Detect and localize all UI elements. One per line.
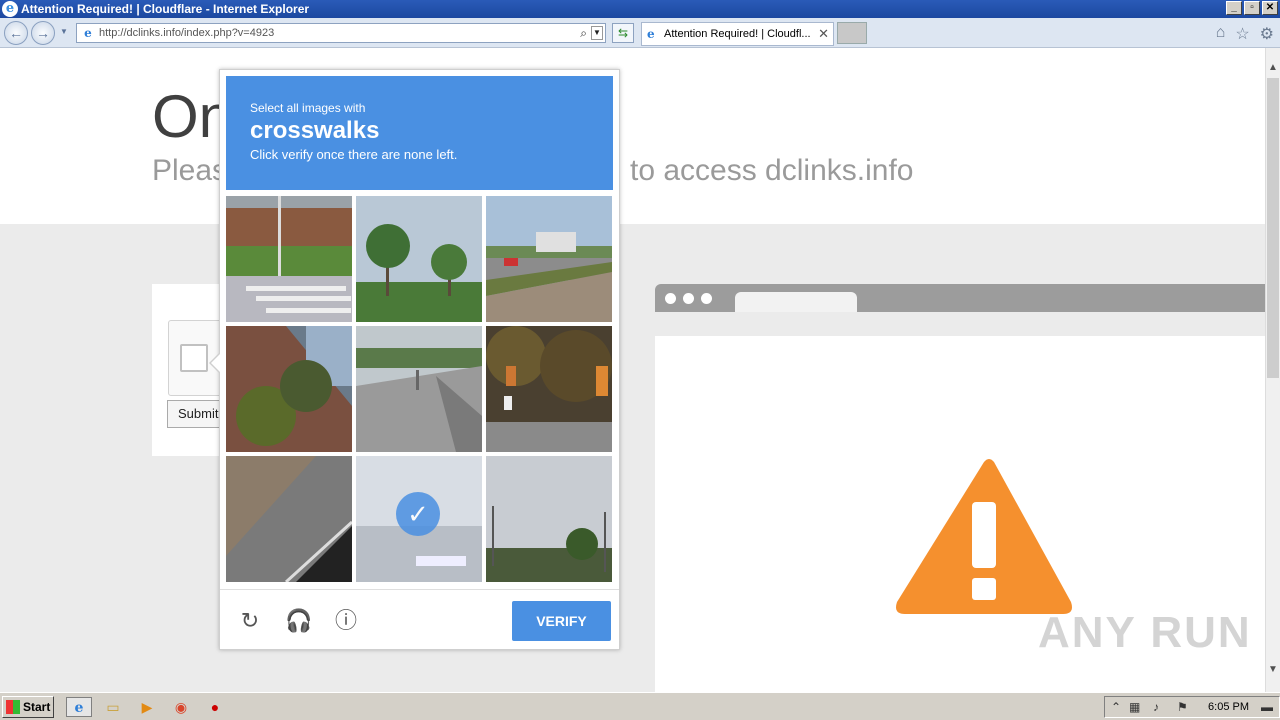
taskbar: Start e ▭ ▶ ◉ ● ⌃ ▦ ♪ ⚑ 6:05 PM ▬ bbox=[0, 692, 1280, 720]
tile-image bbox=[486, 196, 612, 322]
back-button[interactable]: ← bbox=[4, 21, 28, 45]
tile-image bbox=[356, 196, 482, 322]
tile-image bbox=[486, 456, 612, 582]
taskbar-folder-icon[interactable]: ▭ bbox=[102, 697, 124, 717]
browser-tab[interactable]: e Attention Required! | Cloudfl... ✕ bbox=[641, 22, 834, 46]
navigation-bar: ← → ▼ e http://dclinks.info/index.php?v=… bbox=[0, 18, 1280, 48]
audio-headphones-icon[interactable]: 🎧 bbox=[285, 608, 312, 634]
captcha-tile-1[interactable] bbox=[226, 196, 352, 322]
tray-expand-icon[interactable]: ⌃ bbox=[1111, 700, 1121, 714]
tile-image bbox=[356, 326, 482, 452]
tab-ie-icon: e bbox=[647, 27, 655, 41]
captcha-challenge-popup: Select all images with crosswalks Click … bbox=[209, 69, 620, 650]
captcha-instruction-line1: Select all images with bbox=[250, 101, 366, 115]
window-dot bbox=[701, 293, 712, 304]
tray-network-icon[interactable]: ▦ bbox=[1129, 700, 1140, 714]
anyrun-watermark: ANY RUN bbox=[1038, 608, 1252, 657]
window-title: Attention Required! | Cloudflare - Inter… bbox=[21, 2, 310, 16]
page-subheading-left: Pleas bbox=[152, 154, 228, 187]
history-dropdown-icon[interactable]: ▼ bbox=[60, 27, 68, 36]
page-subheading-right: to access dclinks.info bbox=[630, 154, 914, 187]
address-url: http://dclinks.info/index.php?v=4923 bbox=[99, 27, 275, 39]
scroll-down-icon[interactable]: ▼ bbox=[1266, 664, 1280, 680]
tile-image bbox=[226, 456, 352, 582]
page-content: On Pleas to access dclinks.info Submit A… bbox=[0, 48, 1265, 692]
captcha-tile-6[interactable] bbox=[486, 326, 612, 452]
tile-image bbox=[486, 326, 612, 452]
windows-logo-icon bbox=[6, 700, 20, 714]
window-dot bbox=[665, 293, 676, 304]
taskbar-chrome-icon[interactable]: ◉ bbox=[170, 697, 192, 717]
taskbar-media-player-icon[interactable]: ▶ bbox=[136, 697, 158, 717]
window-titlebar: e Attention Required! | Cloudflare - Int… bbox=[0, 0, 1280, 18]
recaptcha-checkbox[interactable] bbox=[180, 344, 208, 372]
taskbar-opera-icon[interactable]: ● bbox=[204, 697, 226, 717]
start-button[interactable]: Start bbox=[2, 696, 54, 718]
tray-clock[interactable]: 6:05 PM bbox=[1208, 701, 1249, 713]
tab-close-icon[interactable]: ✕ bbox=[818, 23, 829, 45]
address-dropdown-icon[interactable]: ▼ bbox=[591, 26, 603, 40]
captcha-tile-5[interactable] bbox=[356, 326, 482, 452]
tile-selected-check-icon: ✓ bbox=[396, 492, 440, 536]
popup-pointer-inner bbox=[211, 353, 221, 373]
tray-flag-icon[interactable]: ⚑ bbox=[1177, 700, 1188, 714]
close-button[interactable]: ✕ bbox=[1262, 1, 1278, 15]
info-icon[interactable]: ⓘ bbox=[333, 608, 359, 634]
captcha-tile-7[interactable] bbox=[226, 456, 352, 582]
captcha-target-word: crosswalks bbox=[250, 117, 380, 144]
browser-illustration-bar bbox=[655, 284, 1265, 312]
home-icon[interactable]: ⌂ bbox=[1216, 24, 1226, 44]
reload-icon[interactable]: ↻ bbox=[237, 608, 263, 634]
captcha-instruction-line3: Click verify once there are none left. bbox=[250, 147, 458, 162]
scroll-up-icon[interactable]: ▲ bbox=[1266, 62, 1280, 78]
refresh-button[interactable]: ⇆ bbox=[612, 23, 634, 43]
browser-illustration-tab bbox=[735, 292, 857, 312]
captcha-tile-8[interactable]: ✓ bbox=[356, 456, 482, 582]
show-desktop-icon[interactable]: ▬ bbox=[1261, 700, 1273, 714]
captcha-instructions: Select all images with crosswalks Click … bbox=[226, 76, 613, 190]
window-dot bbox=[683, 293, 694, 304]
page-ie-icon: e bbox=[84, 26, 92, 40]
tray-volume-icon[interactable]: ♪ bbox=[1153, 700, 1159, 714]
minimize-button[interactable]: _ bbox=[1226, 1, 1242, 15]
system-tray: ⌃ ▦ ♪ ⚑ 6:05 PM ▬ bbox=[1104, 696, 1280, 718]
ie-logo-icon: e bbox=[2, 1, 18, 17]
new-tab-button[interactable] bbox=[837, 22, 867, 44]
restore-button[interactable]: ▫ bbox=[1244, 1, 1260, 15]
tab-label: Attention Required! | Cloudfl... bbox=[664, 28, 811, 40]
captcha-tile-2[interactable] bbox=[356, 196, 482, 322]
search-icon[interactable]: ⌕ bbox=[580, 24, 587, 42]
favorites-star-icon[interactable]: ☆ bbox=[1235, 24, 1249, 44]
tile-image bbox=[226, 196, 352, 322]
captcha-tile-4[interactable] bbox=[226, 326, 352, 452]
start-label: Start bbox=[23, 700, 51, 714]
scrollbar-thumb[interactable] bbox=[1267, 78, 1279, 378]
settings-gear-icon[interactable]: ⚙ bbox=[1260, 24, 1274, 44]
page-scrollbar[interactable]: ▲ ▼ bbox=[1265, 48, 1280, 692]
captcha-tile-3[interactable] bbox=[486, 196, 612, 322]
address-bar[interactable]: e http://dclinks.info/index.php?v=4923 ⌕… bbox=[76, 23, 606, 43]
verify-button[interactable]: VERIFY bbox=[512, 601, 611, 641]
warning-icon bbox=[896, 459, 1072, 614]
captcha-tile-9[interactable] bbox=[486, 456, 612, 582]
tile-image bbox=[226, 326, 352, 452]
taskbar-ie-icon[interactable]: e bbox=[66, 697, 92, 717]
forward-button[interactable]: → bbox=[31, 21, 55, 45]
captcha-footer: ↻ 🎧 ⓘ VERIFY bbox=[220, 589, 619, 649]
